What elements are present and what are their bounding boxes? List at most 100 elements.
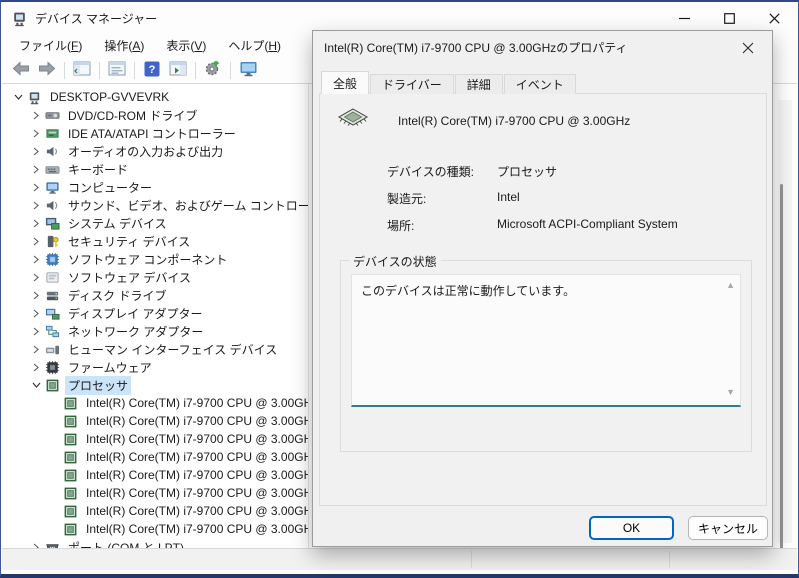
property-value: Microsoft ACPI-Compliant System bbox=[497, 217, 678, 231]
svg-text:?: ? bbox=[149, 64, 156, 76]
cpu-properties-dialog: Intel(R) Core(TM) i7-9700 CPU @ 3.00GHzの… bbox=[312, 30, 773, 547]
tree-item[interactable]: Intel(R) Core(TM) i7-9700 CPU @ 3.00GHz bbox=[2, 430, 308, 448]
processor-icon bbox=[62, 413, 78, 429]
chevron-right-icon[interactable] bbox=[28, 323, 44, 339]
tree-item-label: Intel(R) Core(TM) i7-9700 CPU @ 3.00GHz bbox=[86, 414, 309, 428]
tree-item-label: オーディオの入力および出力 bbox=[68, 144, 224, 159]
chevron-down-icon[interactable] bbox=[10, 89, 26, 105]
tree-item[interactable]: DVD/CD-ROM ドライブ bbox=[2, 106, 308, 124]
scrollbar-thumb[interactable] bbox=[780, 184, 783, 557]
tab-ドライバー[interactable]: ドライバー bbox=[370, 74, 454, 94]
toolbar-separator bbox=[230, 61, 231, 79]
status-bar bbox=[2, 548, 797, 570]
tree-item[interactable]: Intel(R) Core(TM) i7-9700 CPU @ 3.00GHz bbox=[2, 520, 308, 538]
firmware-icon bbox=[44, 359, 60, 375]
chevron-right-icon[interactable] bbox=[28, 107, 44, 123]
chevron-right-icon[interactable] bbox=[28, 287, 44, 303]
tab-イベント[interactable]: イベント bbox=[503, 74, 576, 94]
chevron-right-icon[interactable] bbox=[28, 143, 44, 159]
menu-item-action[interactable]: 操作(A) bbox=[93, 34, 155, 57]
disk-drive-icon bbox=[44, 287, 60, 303]
tree-item[interactable]: Intel(R) Core(TM) i7-9700 CPU @ 3.00GHz bbox=[2, 484, 308, 502]
sound-video-game-icon bbox=[44, 197, 60, 213]
tree-item[interactable]: DESKTOP-GVVEVRK bbox=[2, 88, 308, 106]
property-value: Intel bbox=[497, 190, 520, 204]
device-status-textbox[interactable]: このデバイスは正常に動作しています。 ▲ ▼ bbox=[351, 274, 741, 407]
chevron-right-icon[interactable] bbox=[28, 125, 44, 141]
tree-item[interactable]: Intel(R) Core(TM) i7-9700 CPU @ 3.00GHz bbox=[2, 502, 309, 520]
tree-item[interactable]: ソフトウェア コンポーネント bbox=[2, 250, 308, 268]
tree-item-label: Intel(R) Core(TM) i7-9700 CPU @ 3.00GHz bbox=[86, 504, 309, 518]
device-manager-icon bbox=[11, 10, 28, 27]
menu-item-view[interactable]: 表示(V) bbox=[155, 34, 217, 57]
tree-item[interactable]: ディスプレイ アダプター bbox=[2, 304, 308, 322]
scan-hardware-changes-button[interactable] bbox=[236, 59, 260, 81]
minimize-button[interactable] bbox=[662, 4, 707, 33]
tree-item[interactable]: Intel(R) Core(TM) i7-9700 CPU @ 3.00GHz bbox=[2, 448, 308, 466]
scan-hardware-changes-icon bbox=[239, 61, 258, 80]
tree-item[interactable]: システム デバイス bbox=[2, 214, 308, 232]
back-button[interactable] bbox=[9, 59, 33, 81]
tree-item-label: システム デバイス bbox=[68, 216, 167, 231]
tree-item[interactable]: Intel(R) Core(TM) i7-9700 CPU @ 3.00GHz bbox=[2, 394, 308, 412]
chevron-right-icon[interactable] bbox=[28, 179, 44, 195]
dialog-close-button[interactable] bbox=[732, 36, 764, 60]
tree-item[interactable]: ソフトウェア デバイス bbox=[2, 268, 308, 286]
cpu-chip-icon bbox=[337, 107, 369, 134]
action-pane-button[interactable] bbox=[166, 59, 190, 81]
tree-item-label: プロセッサ bbox=[65, 375, 132, 395]
tree-item[interactable]: キーボード bbox=[2, 160, 308, 178]
tree-item[interactable]: ヒューマン インターフェイス デバイス bbox=[2, 340, 308, 358]
status-separator bbox=[471, 551, 472, 568]
tree-item[interactable]: サウンド、ビデオ、およびゲーム コントローラー bbox=[2, 196, 309, 214]
menu-item-help[interactable]: ヘルプ(H) bbox=[217, 34, 292, 57]
maximize-button[interactable] bbox=[707, 4, 752, 33]
show-console-tree-button[interactable] bbox=[70, 59, 94, 81]
processor-icon bbox=[62, 467, 78, 483]
close-button[interactable] bbox=[752, 4, 797, 33]
cancel-button[interactable]: キャンセル bbox=[688, 516, 768, 540]
tree-item[interactable]: コンピューター bbox=[2, 178, 308, 196]
chevron-right-icon[interactable] bbox=[28, 197, 44, 213]
tab-詳細[interactable]: 詳細 bbox=[454, 74, 503, 94]
property-label: デバイスの種類: bbox=[387, 165, 474, 179]
ok-button[interactable]: OK bbox=[589, 516, 674, 540]
chevron-right-icon[interactable] bbox=[28, 305, 44, 321]
tree-item[interactable]: Intel(R) Core(TM) i7-9700 CPU @ 3.00GHz bbox=[2, 412, 309, 430]
forward-button[interactable] bbox=[35, 59, 59, 81]
chevron-right-icon[interactable] bbox=[28, 251, 44, 267]
tree-item[interactable]: プロセッサ bbox=[2, 375, 308, 395]
chevron-right-icon[interactable] bbox=[28, 269, 44, 285]
chevron-down-icon[interactable] bbox=[28, 377, 44, 393]
action-pane-icon bbox=[169, 61, 187, 79]
chevron-right-icon[interactable] bbox=[28, 233, 44, 249]
device-tree: DESKTOP-GVVEVRK DVD/CD-ROM ドライブ IDE ATA/AT… bbox=[2, 84, 309, 549]
tree-item[interactable]: ディスク ドライブ bbox=[2, 286, 308, 304]
scroll-up-icon[interactable]: ▲ bbox=[726, 281, 735, 290]
computer-monitor-icon bbox=[44, 179, 60, 195]
tree-item[interactable]: Intel(R) Core(TM) i7-9700 CPU @ 3.00GHz bbox=[2, 466, 308, 484]
tab-全般[interactable]: 全般 bbox=[321, 71, 370, 94]
scroll-down-icon[interactable]: ▼ bbox=[726, 388, 735, 397]
property-row: デバイスの種類: プロセッサ bbox=[320, 163, 766, 179]
update-driver-button[interactable] bbox=[201, 59, 225, 81]
tree-item[interactable]: オーディオの入力および出力 bbox=[2, 142, 308, 160]
general-tab-page: Intel(R) Core(TM) i7-9700 CPU @ 3.00GHz … bbox=[319, 93, 767, 506]
chevron-right-icon[interactable] bbox=[28, 215, 44, 231]
help-button[interactable]: ? bbox=[140, 59, 164, 81]
properties-button[interactable] bbox=[105, 59, 129, 81]
chevron-right-icon[interactable] bbox=[28, 341, 44, 357]
vertical-scrollbar[interactable] bbox=[778, 100, 792, 557]
tree-item-label: サウンド、ビデオ、およびゲーム コントローラー bbox=[68, 198, 309, 213]
tree-item[interactable]: セキュリティ デバイス bbox=[2, 232, 308, 250]
tree-item[interactable]: IDE ATA/ATAPI コントローラー bbox=[2, 124, 308, 142]
software-components-icon bbox=[44, 251, 60, 267]
tree-item[interactable]: ファームウェア bbox=[2, 358, 308, 376]
tree-item[interactable]: ネットワーク アダプター bbox=[2, 322, 308, 340]
properties-icon bbox=[108, 61, 126, 79]
chevron-right-icon[interactable] bbox=[28, 161, 44, 177]
chevron-right-icon[interactable] bbox=[28, 359, 44, 375]
menu-item-file[interactable]: ファイル(F) bbox=[8, 34, 93, 57]
tree-item-label: ソフトウェア デバイス bbox=[68, 270, 191, 285]
